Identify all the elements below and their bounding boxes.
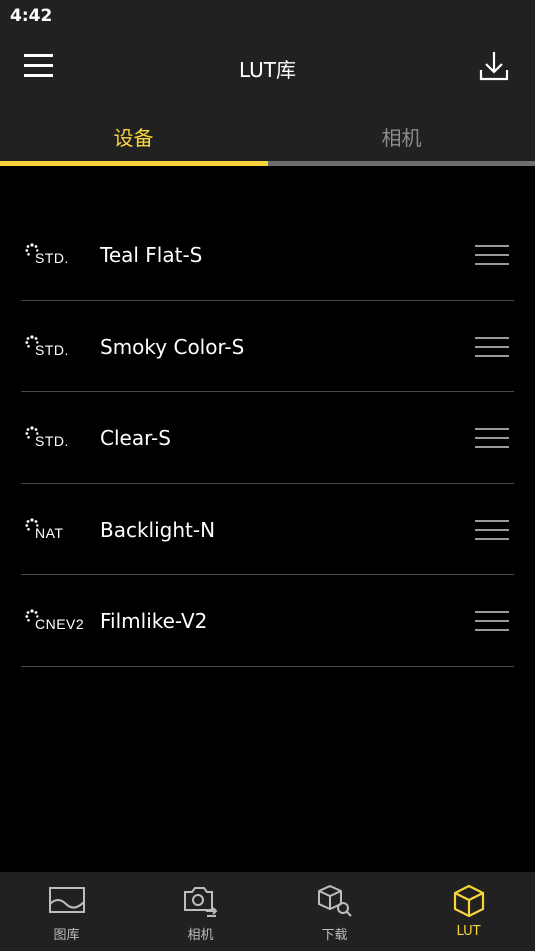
lut-badge-icon: CNEV2: [25, 609, 84, 633]
nav-camera[interactable]: 相机: [134, 872, 267, 951]
drag-handle-icon[interactable]: [475, 519, 509, 540]
top-bar: 4:42 LUT库 设备 相机: [0, 0, 535, 166]
tab-camera[interactable]: 相机: [268, 112, 535, 162]
drag-handle-icon[interactable]: [475, 611, 509, 631]
lut-badge-icon: STD.: [25, 243, 79, 267]
download-button[interactable]: [474, 46, 514, 86]
gallery-icon: [49, 887, 85, 913]
camera-switch-icon: [184, 887, 218, 917]
lut-name: Filmlike-V2: [100, 609, 208, 633]
bottom-navigation: 图库 相机 下载 LUT: [0, 872, 535, 951]
drag-handle-icon[interactable]: [475, 428, 509, 448]
lut-cube-icon: [453, 884, 485, 918]
lut-badge-icon: NAT: [25, 517, 79, 542]
drag-handle-icon[interactable]: [475, 336, 509, 357]
status-time: 4:42: [10, 6, 53, 26]
lut-name: Smoky Color-S: [100, 334, 245, 359]
lut-list-item[interactable]: CNEV2 Filmlike-V2: [21, 575, 514, 667]
drag-handle-icon[interactable]: [475, 245, 509, 265]
nav-download[interactable]: 下载: [268, 872, 401, 951]
nav-download-label: 下载: [321, 928, 348, 943]
lut-badge-code: CNEV2: [35, 616, 85, 632]
lut-badge-code: STD.: [35, 341, 69, 358]
download-icon: [479, 52, 509, 81]
lut-name: Teal Flat-S: [100, 243, 203, 267]
tab-indicator-inactive: [268, 161, 535, 166]
page-title: LUT库: [238, 58, 296, 82]
lut-list-item[interactable]: STD. Clear-S: [21, 392, 514, 484]
lut-badge-code: STD.: [35, 433, 69, 449]
lut-list: STD. Teal Flat-S STD. Smoky Color-S STD.…: [21, 209, 514, 667]
nav-gallery[interactable]: 图库: [0, 872, 133, 951]
lut-name: Clear-S: [100, 426, 171, 450]
tab-device[interactable]: 设备: [0, 112, 267, 162]
nav-lut-label: LUT: [456, 924, 481, 939]
nav-gallery-label: 图库: [53, 928, 80, 943]
lut-list-item[interactable]: NAT Backlight-N: [21, 484, 514, 575]
cube-search-icon: [318, 884, 352, 917]
lut-list-item[interactable]: STD. Smoky Color-S: [21, 301, 514, 392]
lut-badge-code: NAT: [35, 524, 64, 541]
lut-badge-icon: STD.: [25, 426, 79, 450]
nav-lut[interactable]: LUT: [402, 872, 535, 951]
lut-name: Backlight-N: [100, 517, 216, 542]
tab-indicator-active: [0, 161, 268, 166]
nav-camera-label: 相机: [187, 928, 214, 943]
lut-badge-icon: STD.: [25, 334, 79, 359]
lut-list-item[interactable]: STD. Teal Flat-S: [21, 209, 514, 301]
lut-library-screen: 4:42 LUT库 设备 相机 STD. Teal Flat-S STD. Sm…: [0, 0, 535, 951]
lut-badge-code: STD.: [35, 250, 69, 266]
